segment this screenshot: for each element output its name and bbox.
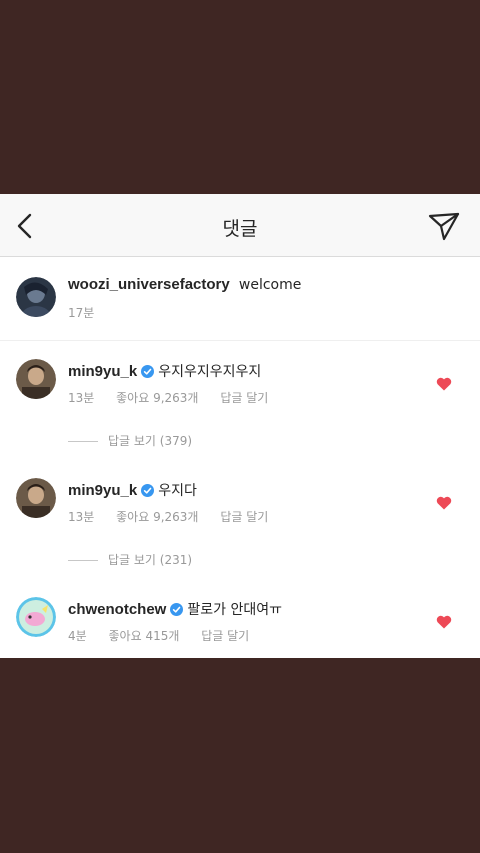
heart-icon[interactable] xyxy=(436,615,452,629)
view-replies-label: 답글 보기 (231) xyxy=(108,553,193,567)
comment-item: min9yu_k 우지우지우지우지 13분 좋아요 9,263개 답글 달기 답글… xyxy=(0,341,480,460)
replies-divider xyxy=(68,441,98,442)
comment-meta: 4분 좋아요 415개 답글 달기 xyxy=(68,627,267,644)
comment-body: 우지우지우지우지 xyxy=(158,364,262,380)
comment-text: min9yu_k 우지우지우지우지 xyxy=(68,361,261,381)
avatar[interactable] xyxy=(16,359,56,399)
nav-bar: 댓글 xyxy=(0,194,480,257)
comment-text: min9yu_k 우지다 xyxy=(68,480,197,500)
avatar[interactable] xyxy=(16,277,56,317)
heart-icon[interactable] xyxy=(436,377,452,391)
verified-icon xyxy=(170,603,184,616)
reply-button[interactable]: 답글 달기 xyxy=(201,629,249,643)
comments-screen: 댓글 woozi_universefactory welcome 17분 min… xyxy=(0,194,480,658)
caption-body: welcome xyxy=(238,277,302,293)
view-replies-button[interactable]: 답글 보기 (379) xyxy=(68,432,192,449)
replies-divider xyxy=(68,560,98,561)
avatar[interactable] xyxy=(16,478,56,518)
comment-item: chwenotchew 팔로가 안대여ㅠ 4분 좋아요 415개 답글 달기 xyxy=(0,579,480,658)
view-replies-label: 답글 보기 (379) xyxy=(108,434,193,448)
likes-count[interactable]: 좋아요 9,263개 xyxy=(116,510,198,524)
comment-time: 4분 xyxy=(68,629,87,643)
comment-item: min9yu_k 우지다 13분 좋아요 9,263개 답글 달기 답글 보기 (… xyxy=(0,460,480,579)
likes-count[interactable]: 좋아요 415개 xyxy=(109,629,180,643)
reply-button[interactable]: 답글 달기 xyxy=(220,510,268,524)
avatar[interactable] xyxy=(16,597,56,637)
caption-row: woozi_universefactory welcome 17분 xyxy=(0,257,480,341)
comment-username[interactable]: min9yu_k xyxy=(68,482,137,499)
page-title: 댓글 xyxy=(222,218,258,240)
verified-icon xyxy=(141,365,155,378)
send-icon[interactable] xyxy=(428,211,460,241)
comment-username[interactable]: chwenotchew xyxy=(68,601,166,618)
caption-time: 17분 xyxy=(68,306,95,320)
heart-icon[interactable] xyxy=(436,496,452,510)
caption-meta: 17분 xyxy=(68,304,112,321)
comment-body: 팔로가 안대여ㅠ xyxy=(187,602,282,618)
comment-meta: 13분 좋아요 9,263개 답글 달기 xyxy=(68,389,286,406)
comment-body: 우지다 xyxy=(158,483,197,499)
comment-time: 13분 xyxy=(68,391,95,405)
reply-button[interactable]: 답글 달기 xyxy=(220,391,268,405)
verified-icon xyxy=(141,484,155,497)
view-replies-button[interactable]: 답글 보기 (231) xyxy=(68,551,192,568)
likes-count[interactable]: 좋아요 9,263개 xyxy=(116,391,198,405)
comment-time: 13분 xyxy=(68,510,95,524)
caption-username[interactable]: woozi_universefactory xyxy=(68,276,230,293)
comment-meta: 13분 좋아요 9,263개 답글 달기 xyxy=(68,508,286,525)
caption-text: woozi_universefactory welcome xyxy=(68,276,301,293)
comment-text: chwenotchew 팔로가 안대여ㅠ xyxy=(68,599,282,619)
comment-username[interactable]: min9yu_k xyxy=(68,363,137,380)
